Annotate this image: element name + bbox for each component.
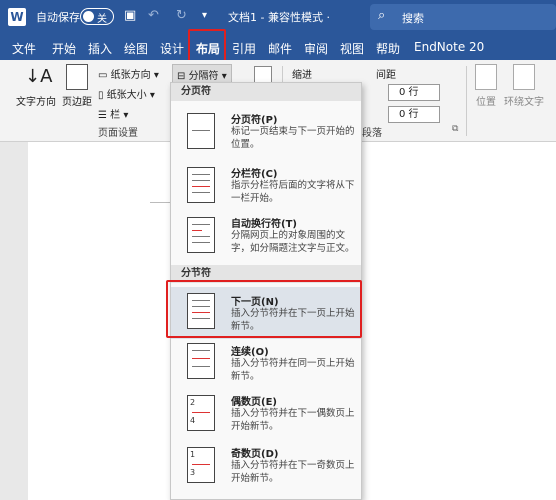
spacing-before-value: 0 行 bbox=[399, 87, 419, 98]
size-button[interactable]: ▯ 纸张大小 ▾ bbox=[98, 86, 155, 101]
odd-badge-bottom: 3 bbox=[190, 468, 196, 477]
layout-tab-highlight bbox=[188, 29, 226, 62]
columns-label: 栏 bbox=[110, 110, 121, 121]
tab-insert[interactable]: 插入 bbox=[88, 40, 112, 57]
save-icon[interactable]: ▣ bbox=[124, 8, 136, 23]
tab-home[interactable]: 开始 bbox=[52, 40, 76, 57]
text-wrapping-break-icon bbox=[187, 217, 215, 253]
item-description: 指示分栏符后面的文字将从下一栏开始。 bbox=[231, 180, 355, 204]
autosave-label: 自动保存 bbox=[36, 11, 80, 24]
item-title: 奇数页(D) bbox=[231, 449, 279, 460]
paragraph-group-label: 段落 bbox=[362, 128, 382, 139]
menu-item-text-wrapping-break[interactable]: 自动换行符(T) 分隔网页上的对象周围的文字，如分隔题注文字与正文。 bbox=[171, 215, 361, 263]
item-title: 分栏符(C) bbox=[231, 169, 278, 180]
orientation-icon: ▭ bbox=[98, 70, 111, 81]
tab-help[interactable]: 帮助 bbox=[376, 40, 400, 57]
undo-icon[interactable]: ↶ bbox=[148, 8, 159, 23]
tab-view[interactable]: 视图 bbox=[340, 40, 364, 57]
margins-icon bbox=[66, 64, 88, 90]
autosave-state: 关 bbox=[97, 14, 107, 25]
menu-item-continuous[interactable]: 连续(O) 插入分节符并在同一页上开始新节。 bbox=[171, 339, 361, 391]
continuous-icon bbox=[187, 343, 215, 379]
odd-badge-top: 1 bbox=[190, 450, 196, 459]
title-bar: W 自动保存 关 ▣ ↶ ↻ ▾ 文档1 - 兼容性模式 · ⌕ 搜索 bbox=[0, 0, 556, 34]
tab-draw[interactable]: 绘图 bbox=[124, 40, 148, 57]
even-badge-top: 2 bbox=[190, 398, 196, 407]
toggle-knob bbox=[83, 11, 94, 22]
columns-button[interactable]: ☰ 栏 ▾ bbox=[98, 106, 128, 121]
tab-references[interactable]: 引用 bbox=[232, 40, 256, 57]
even-page-icon: 2 4 bbox=[187, 395, 215, 431]
odd-page-icon: 1 3 bbox=[187, 447, 215, 483]
menu-item-column-break[interactable]: 分栏符(C) 指示分栏符后面的文字将从下一栏开始。 bbox=[171, 163, 361, 219]
menu-item-odd-page[interactable]: 1 3 奇数页(D) 插入分节符并在下一奇数页上开始新节。 bbox=[171, 443, 361, 499]
spacing-before-input[interactable]: 0 行 bbox=[388, 84, 440, 101]
page-setup-group-label: 页面设置 bbox=[98, 128, 138, 139]
menu-bar: 文件 开始 插入 绘图 设计 布局 引用 邮件 审阅 视图 帮助 EndNote… bbox=[0, 34, 556, 60]
text-direction-button[interactable]: ↓A 文字方向 bbox=[14, 64, 58, 108]
menu-item-even-page[interactable]: 2 4 偶数页(E) 插入分节符并在下一偶数页上开始新节。 bbox=[171, 391, 361, 445]
wrap-text-label: 环绕文字 bbox=[504, 97, 544, 108]
position-button[interactable]: 位置 bbox=[472, 64, 500, 108]
section-header-page-breaks: 分页符 bbox=[171, 83, 361, 101]
item-description: 插入分节符并在下一奇数页上开始新节。 bbox=[231, 460, 355, 484]
search-placeholder: 搜索 bbox=[402, 12, 424, 25]
customize-toolbar-icon[interactable]: ▾ bbox=[202, 10, 207, 21]
orientation-button[interactable]: ▭ 纸张方向 ▾ bbox=[98, 66, 159, 81]
even-badge-bottom: 4 bbox=[190, 416, 196, 425]
search-icon: ⌕ bbox=[378, 8, 386, 23]
columns-icon: ☰ bbox=[98, 110, 111, 121]
wrap-text-icon bbox=[513, 64, 535, 90]
size-label: 纸张大小 bbox=[106, 90, 147, 101]
item-title: 分页符(P) bbox=[231, 115, 278, 126]
ribbon-separator bbox=[466, 66, 467, 136]
item-title: 偶数页(E) bbox=[231, 397, 277, 408]
margins-button[interactable]: 页边距 bbox=[60, 64, 94, 108]
indent-label: 缩进 bbox=[292, 70, 312, 81]
word-logo-icon: W bbox=[8, 8, 26, 26]
margin-marker bbox=[150, 202, 170, 203]
tab-endnote[interactable]: EndNote 20 bbox=[414, 40, 484, 54]
spacing-after-input[interactable]: 0 行 bbox=[388, 106, 440, 123]
paragraph-dialog-launcher-icon[interactable]: ⧉ bbox=[452, 124, 458, 134]
page-break-icon bbox=[187, 113, 215, 149]
wrap-text-button[interactable]: 环绕文字 bbox=[504, 64, 544, 108]
item-description: 标记一页结束与下一页开始的位置。 bbox=[231, 126, 355, 150]
position-label: 位置 bbox=[476, 97, 496, 108]
item-title: 自动换行符(T) bbox=[231, 219, 297, 230]
item-title: 连续(O) bbox=[231, 347, 269, 358]
text-direction-icon: ↓A bbox=[25, 66, 53, 87]
tab-mailings[interactable]: 邮件 bbox=[268, 40, 292, 57]
orientation-label: 纸张方向 bbox=[110, 70, 151, 81]
tab-review[interactable]: 审阅 bbox=[304, 40, 328, 57]
item-description: 插入分节符并在下一偶数页上开始新节。 bbox=[231, 408, 355, 432]
menu-item-page-break[interactable]: 分页符(P) 标记一页结束与下一页开始的位置。 bbox=[171, 105, 361, 165]
text-direction-label: 文字方向 bbox=[16, 97, 56, 108]
column-break-icon bbox=[187, 167, 215, 203]
position-icon bbox=[475, 64, 497, 90]
tab-file[interactable]: 文件 bbox=[12, 40, 36, 57]
redo-icon[interactable]: ↻ bbox=[176, 8, 187, 23]
autosave-toggle[interactable]: 关 bbox=[80, 8, 114, 25]
tab-design[interactable]: 设计 bbox=[160, 40, 184, 57]
margins-label: 页边距 bbox=[62, 97, 92, 108]
breaks-label: 分隔符 bbox=[188, 71, 219, 82]
spacing-after-value: 0 行 bbox=[399, 109, 419, 120]
search-box[interactable]: ⌕ 搜索 bbox=[370, 4, 556, 30]
item-description: 插入分节符并在同一页上开始新节。 bbox=[231, 358, 355, 382]
item-description: 分隔网页上的对象周围的文字，如分隔题注文字与正文。 bbox=[231, 230, 355, 254]
size-icon: ▯ bbox=[98, 90, 107, 101]
breaks-icon: ⊟ bbox=[177, 71, 189, 82]
spacing-label: 间距 bbox=[376, 70, 396, 81]
document-title: 文档1 - 兼容性模式 · bbox=[228, 11, 330, 24]
next-page-highlight bbox=[166, 280, 362, 338]
